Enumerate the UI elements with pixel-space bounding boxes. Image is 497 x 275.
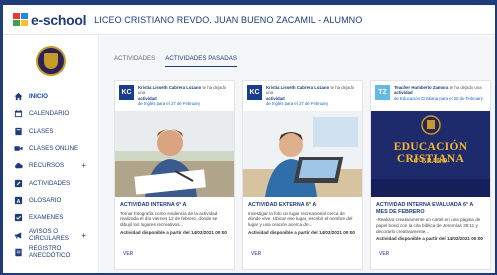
card-title: ACTIVIDAD INTERNA EVALUADA 6° A MES DE F… — [376, 202, 474, 215]
activity-card[interactable]: KC Kristia Lisseth Cabrera Lozano te ha … — [242, 80, 363, 270]
expand-plus-icon[interactable]: + — [81, 231, 86, 240]
pencil-icon — [14, 179, 23, 188]
sidebar-item-glosario[interactable]: A GLOSARIO — [3, 192, 98, 209]
sidebar-item-label: INICIO — [29, 93, 48, 101]
ver-button[interactable]: VER — [379, 251, 389, 257]
sidebar-item-label: AVISOS O CIRCULARES — [29, 228, 69, 243]
activity-image — [115, 111, 234, 197]
card-header-text: Teacher Humberto Zamora te ha dejado una… — [394, 85, 483, 101]
megaphone-icon — [14, 231, 23, 240]
sidebar-item-label: RECURSOS — [29, 162, 65, 170]
sidebar-item-calendario[interactable]: CALENDARIO — [3, 105, 98, 122]
sidebar-item-label: GLOSARIO — [29, 196, 62, 204]
logo-mark-icon — [13, 12, 29, 27]
activity-tabs: ACTIVIDADES ACTIVIDADES PASADAS — [114, 55, 238, 67]
card-header-text: Kristia Lisseth Cabrera Lozano te ha dej… — [138, 85, 227, 107]
document-icon — [14, 248, 23, 257]
school-crest — [35, 46, 66, 76]
tab-actividades-pasadas[interactable]: ACTIVIDADES PASADAS — [165, 55, 238, 67]
card-description: Investigar la foto un lugar recreacional… — [248, 210, 353, 228]
card-description: Tomar fotografía como evidencia de la ac… — [120, 210, 218, 228]
sidebar-item-label: CALENDARIO — [29, 110, 70, 118]
activity-card-list: KC Kristia Lisseth Cabrera Lozano te ha … — [114, 80, 491, 270]
teacher-name: Kristia Lisseth Cabrera Lozano — [138, 85, 202, 90]
card-header-text: Kristia Lisseth Cabrera Lozano te ha dej… — [266, 85, 355, 107]
sidebar-item-clases[interactable]: CLASES — [3, 123, 98, 140]
teacher-name: Teacher Humberto Zamora — [394, 85, 449, 90]
sidebar-item-label: EXAMENES — [29, 214, 64, 222]
ver-button[interactable]: VER — [251, 251, 261, 257]
sidebar-item-clases-online[interactable]: CLASES ONLINE — [3, 140, 98, 157]
availability-text: Actividad disponible a partir del 14/02/… — [376, 236, 483, 242]
sidebar-item-label: CLASES — [29, 127, 54, 135]
activity-card[interactable]: TZ Teacher Humberto Zamora te ha dejado … — [370, 80, 491, 270]
app-window: e-school LICEO CRISTIANO REVDO. JUAN BUE… — [3, 5, 495, 273]
card-header: KC Kristia Lisseth Cabrera Lozano te ha … — [115, 81, 234, 111]
checkbox-icon — [14, 213, 23, 222]
avatar: KC — [247, 85, 262, 100]
activity-image: EDUCACIÓN CRISTIANA 6º GRADO — [371, 111, 490, 197]
card-header: KC Kristia Lisseth Cabrera Lozano te ha … — [243, 81, 362, 111]
sidebar-item-inicio[interactable]: INICIO — [3, 88, 98, 105]
avatar: TZ — [375, 85, 390, 100]
calendar-icon — [14, 109, 23, 118]
subject-line: de Inglés para el 27 de February — [266, 101, 329, 107]
school-name: LICEO CRISTIANO REVDO. JUAN BUENO ZACAMI… — [94, 14, 363, 25]
activity-card[interactable]: KC Kristia Lisseth Cabrera Lozano te ha … — [114, 80, 235, 270]
main-content: ACTIVIDADES ACTIVIDADES PASADAS KC Krist… — [100, 36, 495, 273]
availability-text: Actividad disponible a partir del 14/02/… — [120, 229, 227, 235]
sidebar-item-registro[interactable]: REGISTRO ANECDÓTICO — [3, 244, 98, 261]
subject-line: de Inglés para el 27 de February — [138, 101, 201, 107]
sidebar-item-actividades[interactable]: ACTIVIDADES — [3, 174, 98, 191]
cloud-icon — [14, 161, 23, 170]
expand-plus-icon[interactable]: + — [81, 161, 86, 170]
sidebar: INICIO CALENDARIO CLASES CLASES ONLINE R… — [3, 36, 99, 273]
tab-actividades[interactable]: ACTIVIDADES — [114, 55, 155, 67]
home-icon — [14, 92, 23, 101]
glossary-icon: A — [14, 196, 23, 205]
video-icon — [14, 144, 23, 153]
card-title: ACTIVIDAD EXTERNA 6° A — [248, 202, 317, 208]
subject-line: de Educación Cristiana para el 25 de Feb… — [394, 95, 483, 101]
sidebar-item-recursos[interactable]: RECURSOS + — [3, 157, 98, 174]
sidebar-item-label: ACTIVIDADES — [29, 179, 71, 187]
eschool-logo[interactable]: e-school — [13, 12, 86, 28]
avatar: KC — [119, 85, 134, 100]
ver-button[interactable]: VER — [123, 251, 133, 257]
sidebar-item-label: REGISTRO ANECDÓTICO — [29, 245, 71, 260]
top-bar: e-school LICEO CRISTIANO REVDO. JUAN BUE… — [3, 5, 495, 35]
card-header: TZ Teacher Humberto Zamora te ha dejado … — [371, 81, 490, 111]
logo-text: e-school — [31, 11, 87, 28]
banner-subtitle: 6º GRADO — [413, 157, 448, 165]
svg-text:A: A — [17, 199, 21, 205]
sidebar-item-avisos[interactable]: AVISOS O CIRCULARES + — [3, 226, 98, 243]
card-description: -Realizar creativamente un cartel en una… — [376, 217, 481, 234]
activity-image — [243, 111, 362, 197]
sidebar-item-examenes[interactable]: EXAMENES — [3, 209, 98, 226]
availability-text: Actividad disponible a partir del 14/02/… — [248, 229, 355, 235]
sidebar-item-label: CLASES ONLINE — [29, 145, 79, 153]
book-icon — [14, 127, 23, 136]
card-title: ACTIVIDAD INTERNA 6° A — [120, 202, 187, 208]
teacher-name: Kristia Lisseth Cabrera Lozano — [266, 85, 330, 90]
